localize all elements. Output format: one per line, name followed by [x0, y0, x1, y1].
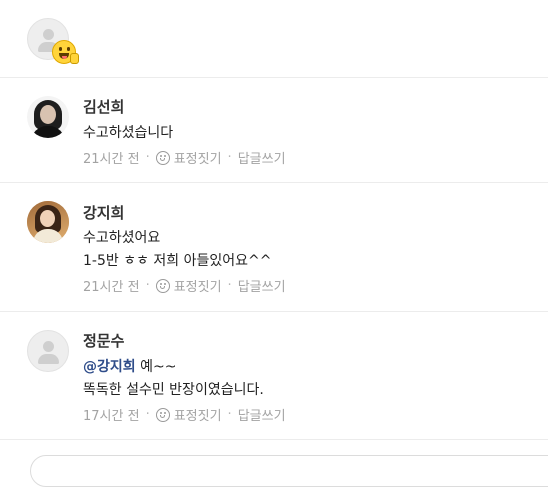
comment-text-line: 1-5반 ㅎㅎ 저희 아들있어요^^ — [83, 253, 272, 269]
comment-item: 강지희 수고하셨어요 1-5반 ㅎㅎ 저희 아들있어요^^ 21시간 전 · 표… — [0, 183, 548, 312]
comment-time: 21시간 전 — [83, 152, 140, 167]
emoji-eye-right — [67, 47, 70, 51]
comment-text-line: @강지희 예~~ — [83, 356, 176, 376]
reply-button[interactable]: 답글쓰기 — [238, 148, 286, 167]
react-button[interactable]: 표정짓기 — [174, 405, 222, 424]
comment-text-rest: 예~~ — [135, 359, 177, 375]
comment-item: 김선희 수고하셨습니다 21시간 전 · 표정짓기 · 답글쓰기 — [0, 78, 548, 183]
comment-input[interactable] — [30, 455, 548, 487]
comment-text-line: 수고하셨어요 — [83, 230, 161, 246]
reply-button[interactable]: 답글쓰기 — [238, 276, 286, 295]
commenter-name[interactable]: 강지희 — [83, 202, 124, 223]
comment-meta: 21시간 전 · 표정짓기 · 답글쓰기 — [83, 276, 286, 295]
comment-item: 정문수 @강지희 예~~ 똑독한 설수민 반장이였습니다. 17시간 전 · 표… — [0, 312, 548, 440]
mention-link[interactable]: @강지희 — [83, 359, 136, 375]
comment-text-line: 똑독한 설수민 반장이였습니다. — [83, 382, 264, 398]
avatar-face — [40, 105, 56, 124]
commenter-avatar[interactable] — [27, 96, 69, 138]
emoji-tongue — [62, 56, 67, 59]
react-button[interactable]: 표정짓기 — [174, 276, 222, 295]
react-button[interactable]: 표정짓기 — [174, 148, 222, 167]
separator-dot: · — [227, 407, 232, 422]
commenter-name[interactable]: 정문수 — [83, 330, 124, 351]
comment-composer-header — [0, 0, 548, 78]
avatar-face — [40, 210, 55, 227]
separator-dot: · — [227, 150, 232, 165]
commenter-avatar[interactable] — [27, 201, 69, 243]
separator-dot: · — [227, 278, 232, 293]
avatar-placeholder-body — [38, 354, 59, 364]
avatar-placeholder-icon — [43, 341, 54, 352]
reply-button[interactable]: 답글쓰기 — [238, 405, 286, 424]
avatar-placeholder-icon — [43, 29, 54, 40]
comment-time: 17시간 전 — [83, 409, 140, 424]
comment-time: 21시간 전 — [83, 280, 140, 295]
commenter-avatar[interactable] — [27, 330, 69, 372]
smile-icon[interactable] — [155, 278, 170, 293]
comment-meta: 21시간 전 · 표정짓기 · 답글쓰기 — [83, 148, 286, 167]
separator-dot: · — [145, 407, 150, 422]
emoji-hand — [70, 53, 79, 64]
comment-meta: 17시간 전 · 표정짓기 · 답글쓰기 — [83, 405, 286, 424]
emoji-icon[interactable] — [52, 40, 79, 64]
commenter-name[interactable]: 김선희 — [83, 96, 124, 117]
smile-icon[interactable] — [155, 407, 170, 422]
separator-dot: · — [145, 278, 150, 293]
smile-icon[interactable] — [155, 150, 170, 165]
emoji-eye-left — [59, 47, 62, 51]
separator-dot: · — [145, 150, 150, 165]
comment-text: 수고하셨습니다 — [83, 125, 174, 141]
